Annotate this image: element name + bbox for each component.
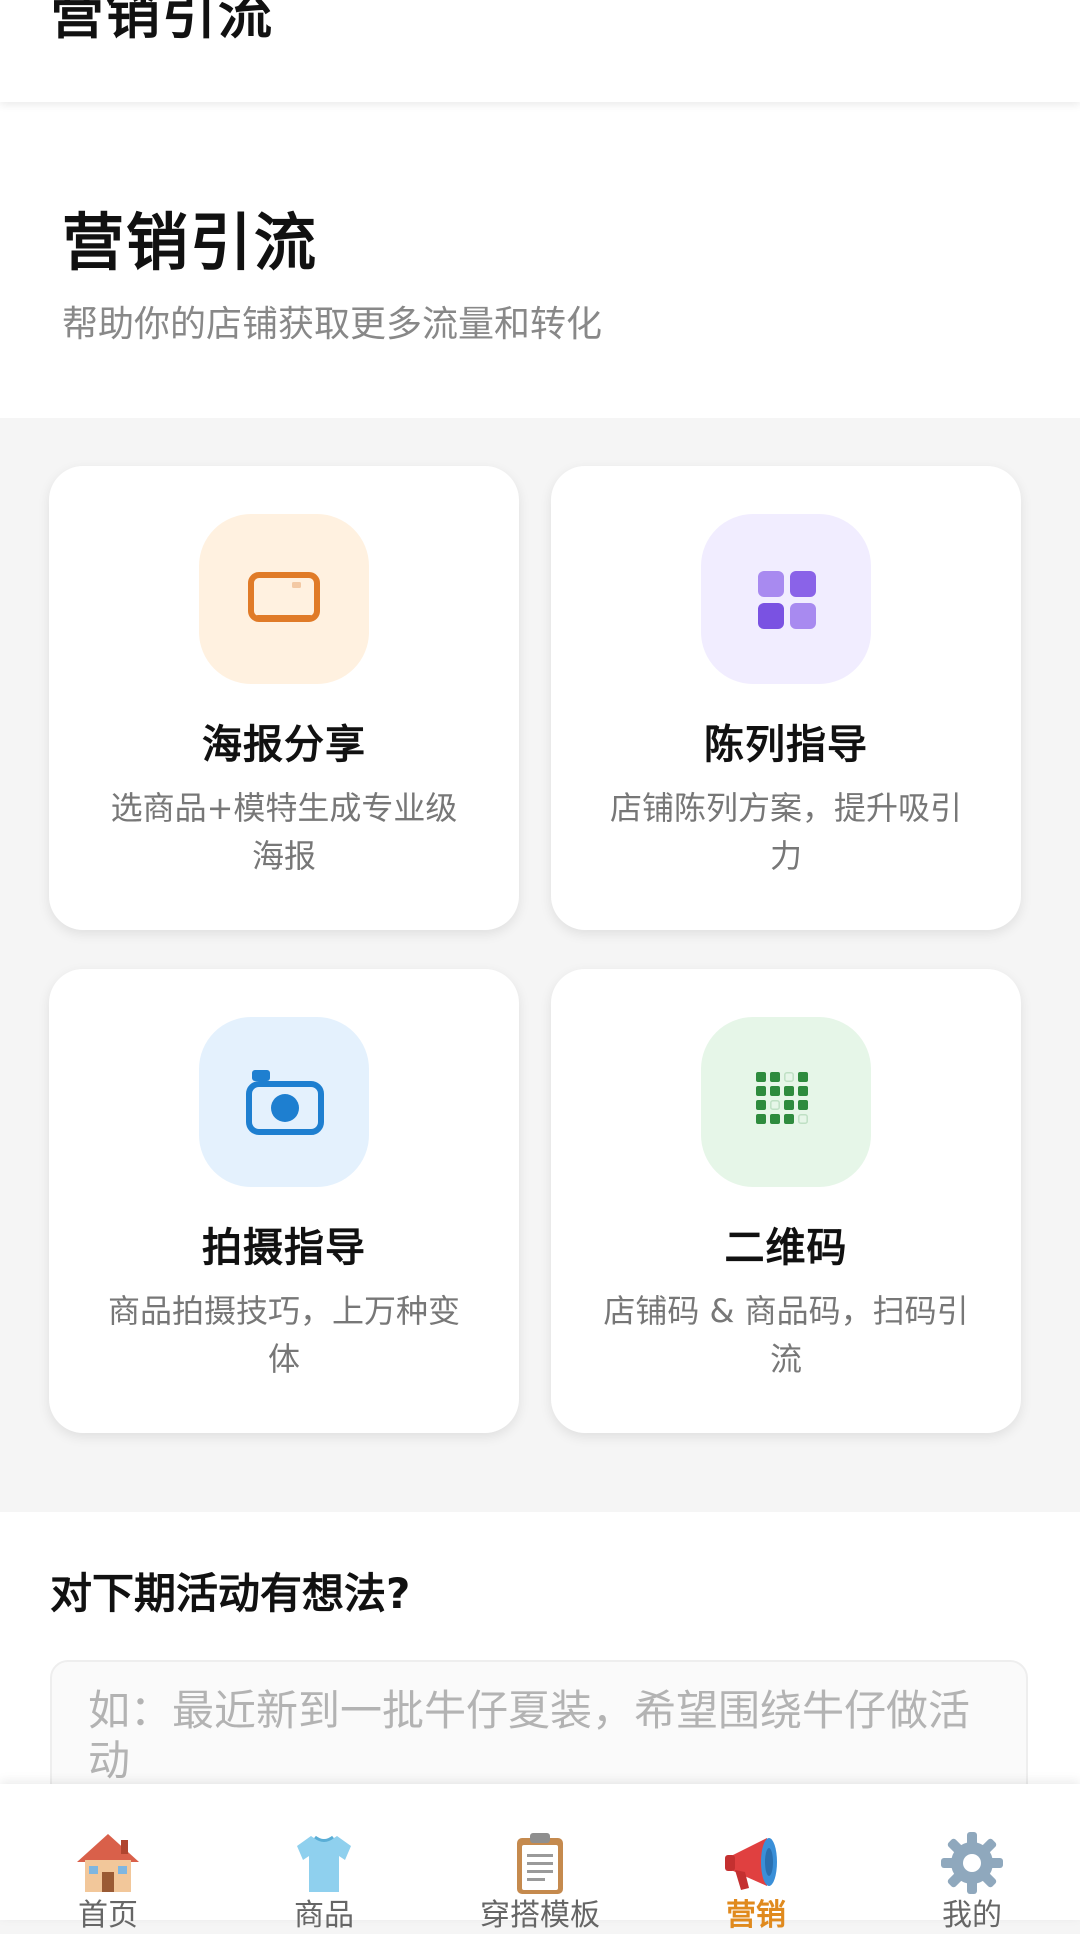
card-description: 店铺码 & 商品码，扫码引流: [603, 1292, 969, 1378]
home-icon: [77, 1834, 139, 1892]
card-description: 商品拍摄技巧，上万种变体: [107, 1292, 460, 1378]
gear-icon: [941, 1832, 1003, 1894]
tab-label: 我的: [942, 1898, 1002, 1933]
qr-code-icon: [701, 1017, 871, 1187]
clipboard-icon: [517, 1833, 563, 1894]
tab-label: 穿搭模板: [480, 1898, 600, 1933]
hero-section: 营销引流 帮助你的店铺获取更多流量和转化: [0, 102, 1080, 418]
bottom-tab-bar: 首页 商品 穿搭模板 营销 我的: [0, 1784, 1080, 1933]
megaphone-icon: [725, 1838, 777, 1890]
camera-icon: [199, 1017, 369, 1187]
tab-label: 营销: [726, 1898, 786, 1933]
card-title: 二维码: [724, 1225, 848, 1271]
card-description: 选商品+模特生成专业级海报: [110, 789, 458, 875]
grid-icon: [701, 514, 871, 684]
tab-label: 商品: [294, 1898, 354, 1933]
card-title: 海报分享: [202, 722, 366, 768]
header-title: 营销引流: [50, 0, 274, 46]
card-title: 陈列指导: [704, 722, 868, 768]
card-poster-share[interactable]: 海报分享 选商品+模特生成专业级海报: [49, 466, 519, 930]
card-display-guide[interactable]: 陈列指导 店铺陈列方案，提升吸引力: [551, 466, 1021, 930]
tab-products[interactable]: 商品: [216, 1784, 432, 1933]
tshirt-icon: [297, 1835, 351, 1892]
tab-label: 首页: [78, 1898, 138, 1933]
card-title: 拍摄指导: [202, 1225, 366, 1271]
page-subtitle: 帮助你的店铺获取更多流量和转化: [62, 304, 603, 345]
tab-outfit-templates[interactable]: 穿搭模板: [432, 1784, 648, 1933]
feedback-title: 对下期活动有想法?: [50, 1569, 411, 1618]
tab-mine[interactable]: 我的: [864, 1784, 1080, 1933]
card-description: 店铺陈列方案，提升吸引力: [609, 789, 962, 875]
app-header: 营销引流: [0, 0, 1080, 102]
poster-icon: [199, 514, 369, 684]
page-title: 营销引流: [62, 206, 319, 279]
card-qr-code[interactable]: 二维码 店铺码 & 商品码，扫码引流: [551, 969, 1021, 1433]
tab-home[interactable]: 首页: [0, 1784, 216, 1933]
tab-marketing[interactable]: 营销: [648, 1784, 864, 1933]
card-photo-guide[interactable]: 拍摄指导 商品拍摄技巧，上万种变体: [49, 969, 519, 1433]
